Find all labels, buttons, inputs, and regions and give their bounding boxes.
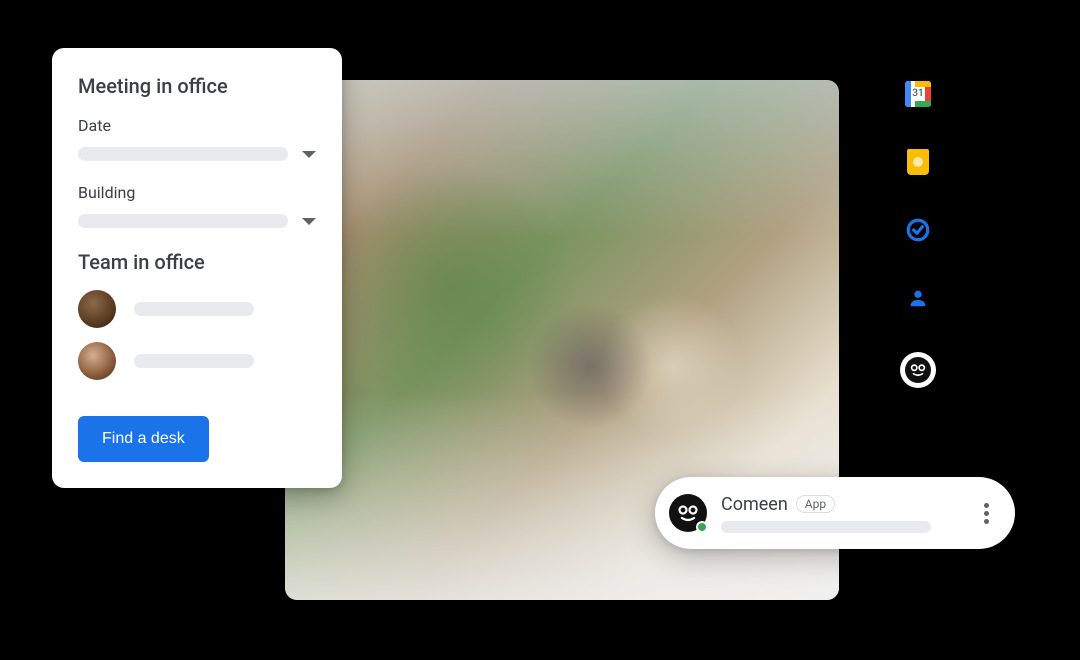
team-member-name-placeholder xyxy=(134,354,254,368)
date-value-placeholder xyxy=(78,147,288,161)
date-label: Date xyxy=(78,116,316,135)
side-panel-rail: 31 xyxy=(900,80,936,388)
calendar-icon[interactable]: 31 xyxy=(904,80,932,108)
comeen-logo-icon xyxy=(669,494,707,532)
chat-message-placeholder xyxy=(721,521,931,533)
app-badge: App xyxy=(796,495,835,513)
comeen-chat-item[interactable]: Comeen App xyxy=(655,477,1015,549)
contacts-icon[interactable] xyxy=(904,284,932,312)
find-a-desk-button[interactable]: Find a desk xyxy=(78,416,209,462)
chevron-down-icon xyxy=(302,151,316,158)
card-title: Meeting in office xyxy=(78,74,316,98)
chevron-down-icon xyxy=(302,218,316,225)
avatar xyxy=(78,342,116,380)
comeen-icon[interactable] xyxy=(900,352,936,388)
building-label: Building xyxy=(78,183,316,202)
presence-indicator xyxy=(696,521,708,533)
team-member-name-placeholder xyxy=(134,302,254,316)
team-member-row xyxy=(78,290,316,328)
calendar-day: 31 xyxy=(905,88,931,99)
avatar xyxy=(78,290,116,328)
team-section-title: Team in office xyxy=(78,250,316,274)
building-value-placeholder xyxy=(78,214,288,228)
meeting-in-office-card: Meeting in office Date Building Team in … xyxy=(52,48,342,488)
building-dropdown[interactable] xyxy=(78,214,316,228)
date-dropdown[interactable] xyxy=(78,147,316,161)
keep-icon[interactable] xyxy=(904,148,932,176)
tasks-icon[interactable] xyxy=(904,216,932,244)
team-member-row xyxy=(78,342,316,380)
chat-app-name: Comeen xyxy=(721,494,788,515)
chat-item-body: Comeen App xyxy=(721,494,978,533)
more-options-icon[interactable] xyxy=(978,497,995,530)
